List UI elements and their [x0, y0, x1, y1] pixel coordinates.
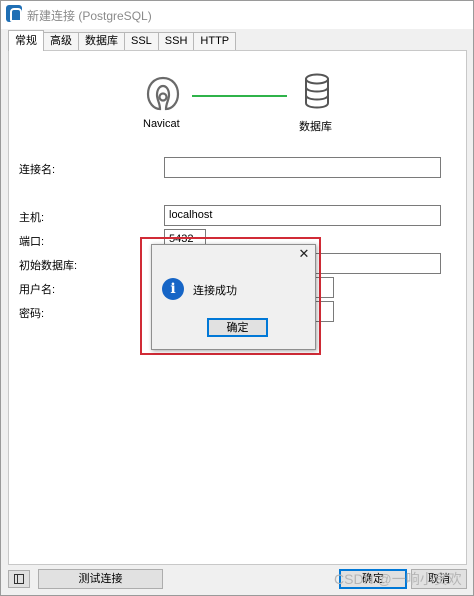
database-icon	[305, 73, 329, 109]
close-icon[interactable]: ✕	[297, 247, 311, 261]
navicat-caption: Navicat	[143, 118, 180, 130]
tab-advanced[interactable]: 高级	[43, 32, 79, 51]
tab-http[interactable]: HTTP	[193, 32, 237, 51]
connection-line	[192, 95, 287, 97]
connection-name-label: 连接名:	[19, 164, 56, 176]
connection-success-dialog: ✕ i 连接成功 确定	[151, 244, 316, 350]
window-title: 新建连接 (PostgreSQL)	[27, 9, 152, 23]
tab-databases[interactable]: 数据库	[78, 32, 125, 51]
info-icon: i	[162, 278, 184, 300]
tab-ssl[interactable]: SSL	[124, 32, 159, 51]
dialog-ok-button[interactable]: 确定	[207, 318, 268, 337]
watermark-text: CSDN @一响小贪欢	[334, 571, 462, 587]
database-caption: 数据库	[299, 121, 332, 133]
host-label: 主机:	[19, 212, 45, 224]
toggle-panel-button[interactable]	[8, 570, 30, 588]
username-label: 用户名:	[19, 284, 56, 296]
dialog-message: 连接成功	[193, 285, 237, 297]
password-label: 密码:	[19, 308, 45, 320]
port-label: 端口:	[19, 236, 45, 248]
tab-ssh[interactable]: SSH	[157, 32, 195, 51]
title-bar: 新建连接 (PostgreSQL)	[1, 1, 473, 29]
navicat-app-icon	[6, 5, 22, 22]
tab-bar: 常规 高级 数据库 SSL SSH HTTP	[8, 30, 237, 51]
navicat-logo-icon	[146, 76, 180, 111]
host-input[interactable]: localhost	[164, 205, 441, 226]
initial-database-label: 初始数据库:	[19, 260, 78, 272]
sidebar-toggle-icon	[14, 574, 24, 584]
tab-general[interactable]: 常规	[8, 30, 44, 51]
test-connection-button[interactable]: 测试连接	[38, 569, 163, 589]
connection-name-input[interactable]	[164, 157, 441, 178]
